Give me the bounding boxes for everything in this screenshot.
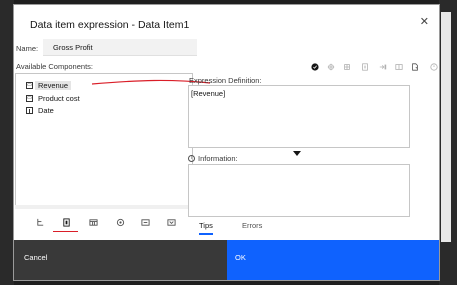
tree-view-icon[interactable]	[34, 216, 46, 228]
information-panel	[188, 164, 410, 217]
name-label: Name:	[16, 44, 39, 53]
dialog-title: Data item expression - Data Item1	[30, 19, 190, 31]
expression-definition-editor[interactable]: [Revenue]	[188, 85, 410, 148]
information-label-row: i Information:	[188, 154, 238, 163]
name-input[interactable]	[43, 39, 197, 56]
tree-item-date[interactable]: Date	[26, 105, 54, 116]
splitter-handle-icon[interactable]	[293, 151, 301, 156]
macros-icon[interactable]	[139, 216, 151, 228]
tree-item-label: Date	[38, 106, 54, 115]
dimension-icon	[26, 107, 33, 114]
ok-button[interactable]: OK	[227, 240, 439, 280]
cut-icon[interactable]	[326, 62, 336, 72]
tab-errors[interactable]: Errors	[242, 221, 262, 233]
data-items-icon[interactable]	[60, 216, 72, 228]
measure-icon: ▭	[26, 95, 33, 102]
document-icon[interactable]	[410, 62, 420, 72]
copy-icon[interactable]	[342, 62, 352, 72]
functions-icon[interactable]	[87, 216, 99, 228]
insert-icon[interactable]	[378, 62, 388, 72]
background-light-strip	[441, 12, 451, 242]
tree-item-label: Revenue	[35, 81, 72, 90]
parameters-icon[interactable]	[114, 216, 126, 228]
tab-tips[interactable]: Tips	[199, 221, 213, 235]
components-toolbar	[15, 216, 193, 230]
tree-horizontal-scrollbar[interactable]	[15, 205, 193, 209]
info-icon: i	[188, 155, 195, 162]
available-components-label: Available Components:	[16, 62, 93, 71]
annotation-underline	[53, 231, 78, 232]
expression-definition-label: Expression Definition:	[189, 76, 262, 85]
available-components-tree[interactable]: ▭ Revenue ▭ Product cost Date	[15, 73, 193, 207]
query-items-icon[interactable]	[165, 216, 177, 228]
close-icon[interactable]: ✕	[420, 15, 429, 28]
measure-icon: ▭	[26, 82, 33, 89]
tree-item-product-cost[interactable]: ▭ Product cost	[26, 93, 80, 104]
validate-icon[interactable]	[310, 62, 320, 72]
tree-item-label: Product cost	[38, 94, 80, 103]
help-icon[interactable]	[429, 62, 439, 72]
tree-item-revenue[interactable]: ▭ Revenue	[26, 80, 72, 91]
information-label: Information:	[198, 154, 238, 163]
cancel-button[interactable]: Cancel	[14, 240, 227, 280]
background-panel-left	[0, 0, 14, 285]
split-icon[interactable]	[394, 62, 404, 72]
paste-icon[interactable]	[360, 62, 370, 72]
